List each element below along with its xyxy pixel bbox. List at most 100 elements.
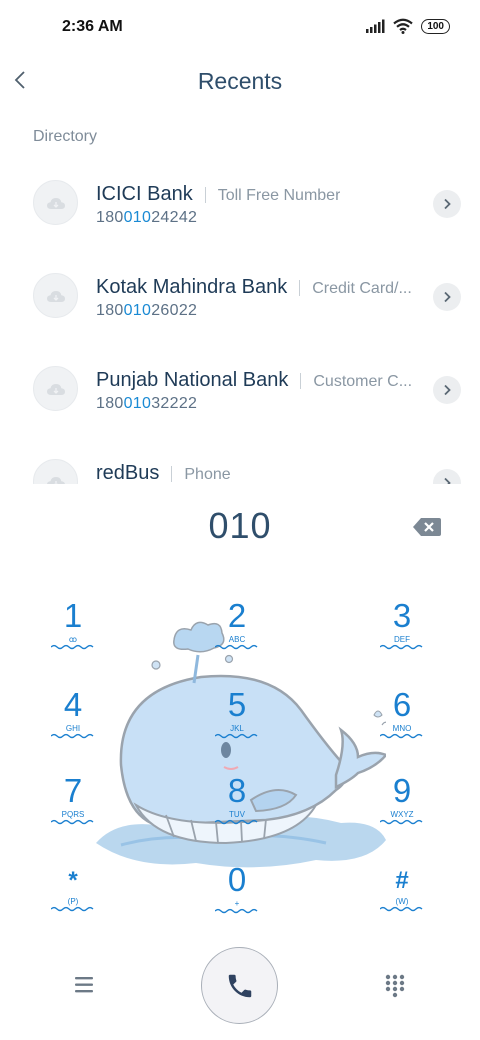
- key-star[interactable]: * (P): [28, 866, 118, 936]
- wave-decoration: [380, 906, 423, 912]
- wave-decoration: [380, 819, 423, 825]
- wave-decoration: [215, 644, 258, 650]
- contact-name-row: Punjab National Bank Customer C...: [96, 369, 416, 392]
- key-6[interactable]: 6 MNO: [357, 687, 447, 757]
- contact-name-row: Kotak Mahindra Bank Credit Card/...: [96, 276, 416, 299]
- key-1[interactable]: 1 ꝏ: [28, 598, 118, 668]
- contact-number: 18001032222: [96, 395, 197, 413]
- contact-tag: Credit Card/...: [312, 280, 412, 297]
- separator: [171, 465, 173, 482]
- battery-indicator: 100: [421, 18, 450, 34]
- key-4[interactable]: 4 GHI: [28, 687, 118, 757]
- number-prefix: 180: [96, 395, 124, 412]
- cloud-icon: [46, 383, 65, 395]
- status-icons: 100: [365, 18, 450, 34]
- details-button[interactable]: [433, 469, 461, 484]
- key-letters: WXYZ: [390, 810, 414, 819]
- number-match: 010: [123, 302, 152, 319]
- status-time: 2:36 AM: [62, 18, 123, 35]
- key-digit: 4: [63, 686, 83, 723]
- key-3[interactable]: 3 DEF: [357, 598, 447, 668]
- number-suffix: 32222: [151, 395, 198, 412]
- key-digit: 1: [63, 597, 83, 634]
- recents-list: ICICI Bank Toll Free Number 18001024242 …: [0, 150, 480, 484]
- status-bar: 2:36 AM 100: [0, 0, 480, 56]
- wave-decoration: [215, 819, 258, 825]
- dialpad-toggle-button[interactable]: [384, 973, 406, 999]
- key-letters: (W): [395, 897, 409, 906]
- chevron-right-icon: [444, 198, 451, 210]
- separator: [204, 186, 206, 203]
- contact-name-row: redBus Phone: [96, 462, 416, 484]
- key-digit: 9: [392, 772, 412, 809]
- wifi-icon: [393, 18, 414, 34]
- backspace-button[interactable]: [412, 516, 442, 538]
- key-letters: GHI: [65, 724, 81, 733]
- avatar: [33, 180, 78, 225]
- details-button[interactable]: [433, 283, 461, 311]
- key-digit: 2: [227, 597, 247, 634]
- cloud-icon: [46, 197, 65, 209]
- key-letters: DEF: [394, 635, 410, 644]
- number-match: 010: [123, 209, 152, 226]
- chevron-right-icon: [444, 291, 451, 303]
- contact-name: ICICI Bank: [96, 183, 193, 205]
- key-7[interactable]: 7 PQRS: [28, 773, 118, 843]
- cloud-icon: [46, 476, 65, 484]
- wave-decoration: [215, 733, 258, 739]
- details-button[interactable]: [433, 376, 461, 404]
- wave-decoration: [51, 906, 94, 912]
- contact-number: 18001026022: [96, 302, 197, 320]
- key-letters: +: [234, 899, 240, 908]
- hamburger-icon: [75, 977, 93, 993]
- avatar: [33, 273, 78, 318]
- number-suffix: 26022: [151, 302, 198, 319]
- contact-name: Kotak Mahindra Bank: [96, 276, 288, 298]
- contact-number: 18001024242: [96, 209, 197, 227]
- key-8[interactable]: 8 TUV: [192, 773, 282, 843]
- number-prefix: 180: [96, 209, 124, 226]
- cloud-icon: [46, 290, 65, 302]
- key-5[interactable]: 5 JKL: [192, 687, 282, 757]
- key-letters: TUV: [229, 810, 245, 819]
- key-hash[interactable]: # (W): [357, 866, 447, 936]
- chevron-right-icon: [444, 384, 451, 396]
- key-digit: 7: [63, 772, 83, 809]
- menu-button[interactable]: [72, 974, 98, 996]
- chevron-right-icon: [444, 477, 451, 484]
- avatar: [33, 366, 78, 411]
- key-digit: 8: [227, 772, 247, 809]
- dialpad-icon: [385, 974, 405, 998]
- key-letters: ꝏ: [68, 635, 78, 644]
- key-digit: 0: [227, 861, 247, 898]
- bottom-action-bar: [0, 940, 480, 1030]
- wave-decoration: [380, 644, 423, 650]
- key-digit: *: [68, 867, 78, 894]
- key-9[interactable]: 9 WXYZ: [357, 773, 447, 843]
- wave-decoration: [51, 733, 94, 739]
- dial-input-display: 010: [208, 505, 272, 546]
- number-match: 010: [123, 395, 152, 412]
- avatar: [33, 459, 78, 484]
- contact-tag: Customer C...: [313, 373, 413, 390]
- key-2[interactable]: 2 ABC: [192, 598, 282, 668]
- backspace-icon: [413, 518, 441, 536]
- list-item[interactable]: ICICI Bank Toll Free Number 18001024242: [0, 150, 480, 243]
- call-button[interactable]: [201, 947, 278, 1024]
- key-digit: #: [395, 867, 409, 894]
- key-letters: ABC: [228, 635, 246, 644]
- key-digit: 6: [392, 686, 412, 723]
- contact-name: Punjab National Bank: [96, 369, 289, 391]
- page-title: Recents: [197, 68, 283, 94]
- details-button[interactable]: [433, 190, 461, 218]
- key-0[interactable]: 0 +: [192, 862, 282, 932]
- list-item[interactable]: Kotak Mahindra Bank Credit Card/... 1800…: [0, 243, 480, 336]
- wave-decoration: [380, 733, 423, 739]
- signal-icon: [366, 19, 385, 33]
- list-item[interactable]: redBus Phone: [0, 429, 480, 484]
- contact-name-row: ICICI Bank Toll Free Number: [96, 183, 416, 206]
- key-digit: 3: [392, 597, 412, 634]
- contact-tag: Phone: [184, 466, 231, 483]
- phone-icon: [228, 974, 251, 997]
- list-item[interactable]: Punjab National Bank Customer C... 18001…: [0, 336, 480, 429]
